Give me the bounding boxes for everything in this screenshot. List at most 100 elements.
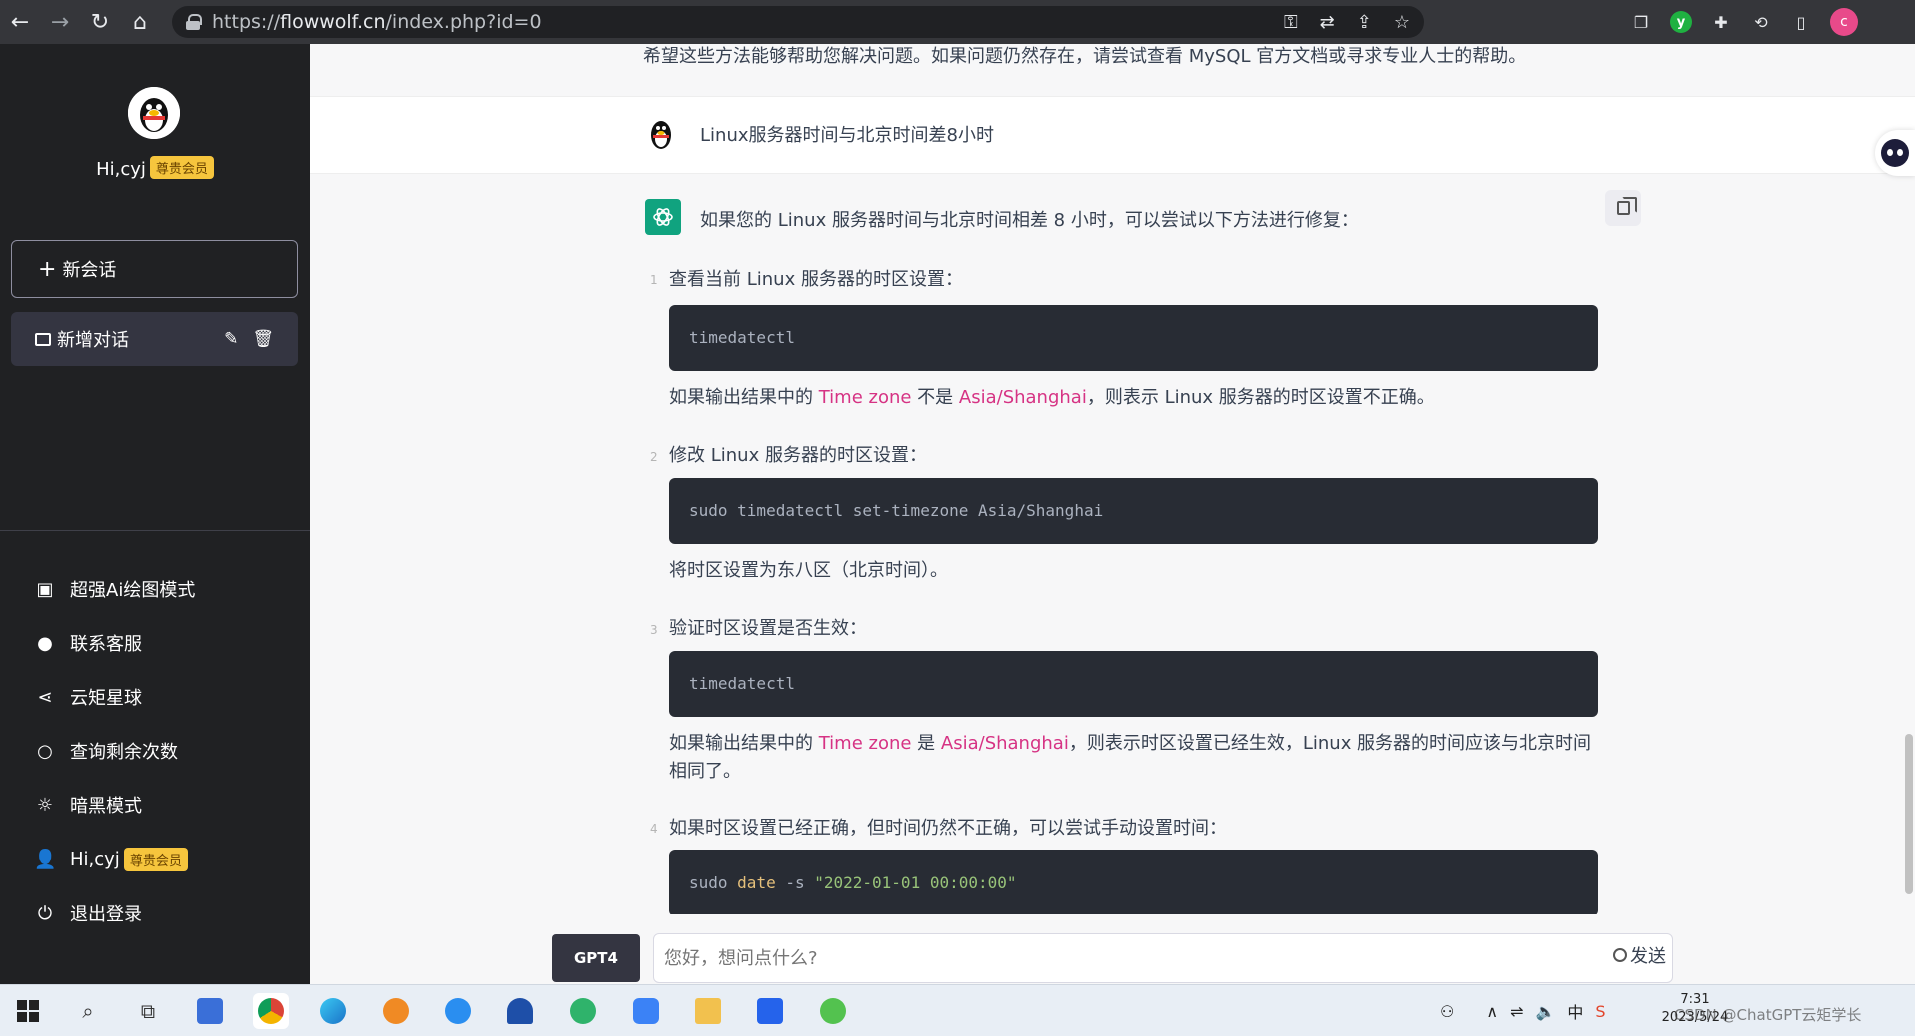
ime-icon[interactable]: 中	[1567, 999, 1583, 1023]
step-note: 将时区设置为东八区（北京时间）。	[669, 560, 948, 581]
search-icon: ○	[37, 740, 53, 762]
tray-expand-icon[interactable]: ∧	[1486, 1002, 1498, 1021]
menu-item-planet[interactable]: ⋖ 云矩星球	[0, 670, 310, 724]
edit-icon[interactable]: ✎	[224, 329, 238, 349]
csdn-watermark: CSDN @ChatGPT云矩学长	[1674, 1006, 1862, 1024]
menu-item-ai-draw[interactable]: ▣ 超强Ai绘图模式	[0, 562, 310, 616]
chrome-icon[interactable]	[253, 993, 289, 1029]
people-icon[interactable]: ⚇	[1440, 1002, 1454, 1021]
url-path: /index.php?id=0	[385, 11, 542, 33]
new-chat-label: 新会话	[62, 260, 117, 281]
edge-icon[interactable]	[315, 993, 351, 1029]
user-icon: 👤	[34, 848, 57, 870]
copy-icon	[1616, 197, 1637, 215]
vip-badge: 尊贵会员	[149, 156, 214, 179]
reload-icon[interactable]: ↻	[80, 0, 120, 44]
taskbar-app-edit-icon[interactable]	[628, 993, 664, 1029]
taskbar-app-green-icon[interactable]	[565, 993, 601, 1029]
menu-item-dark-mode[interactable]: ☼ 暗黑模式	[0, 778, 310, 832]
home-icon[interactable]: ⌂	[120, 0, 160, 44]
browser-toolbar: ← → ↻ ⌂ https://flowwolf.cn/index.php?id…	[0, 0, 1915, 44]
task-view-icon[interactable]: ⧉	[130, 993, 166, 1029]
translate-icon[interactable]: ⇄	[1320, 12, 1335, 33]
vip-badge: 尊贵会员	[123, 847, 188, 871]
step-title: 如果时区设置已经正确，但时间仍然不正确，可以尝试手动设置时间：	[669, 818, 1227, 839]
puzzle-icon[interactable]: ✚	[1710, 11, 1732, 33]
input-bar: GPT4 发送	[310, 914, 1915, 984]
floating-assistant-button[interactable]	[1875, 130, 1915, 176]
step-number: 2	[650, 450, 658, 464]
tray-app-icon[interactable]: S	[1595, 1002, 1605, 1021]
taskbar-app-doc-icon[interactable]	[752, 993, 788, 1029]
sidepanel-icon[interactable]: ▯	[1790, 11, 1812, 33]
system-tray: ⚇ ∧ ⇌ 🔈 中 S	[1440, 985, 1606, 1036]
lock-icon	[186, 14, 202, 30]
sync-ext-icon[interactable]: ⟲	[1750, 11, 1772, 33]
user-penguin-icon	[651, 121, 671, 149]
network-icon[interactable]: ⇌	[1510, 1002, 1523, 1021]
plus-icon: +	[38, 256, 57, 282]
windows-start-icon[interactable]	[10, 993, 46, 1029]
user-message: Linux服务器时间与北京时间差8小时	[310, 96, 1915, 174]
menu-item-user[interactable]: 👤 Hi,cyj 尊贵会员	[0, 832, 310, 886]
sun-icon: ☼	[36, 794, 54, 816]
step-title: 修改 Linux 服务器的时区设置：	[669, 445, 927, 466]
chat-input[interactable]	[653, 933, 1673, 983]
step-number: 4	[650, 822, 658, 836]
key-icon[interactable]: ⚿	[1284, 12, 1298, 33]
copy-ext-icon[interactable]: ❐	[1630, 11, 1652, 33]
user-greeting: Hi,cyj 尊贵会员	[0, 156, 310, 180]
file-explorer-icon[interactable]	[690, 993, 726, 1029]
step-number: 1	[650, 273, 658, 287]
green-ext-icon[interactable]: y	[1670, 11, 1692, 33]
search-app-icon[interactable]	[378, 993, 414, 1029]
volume-icon[interactable]: 🔈	[1535, 1002, 1555, 1021]
menu-item-contact[interactable]: ● 联系客服	[0, 616, 310, 670]
taskbar-app-360-icon[interactable]	[815, 993, 851, 1029]
chat-item-label: 新增对话	[57, 330, 129, 351]
code-block[interactable]: timedatectl	[669, 305, 1598, 371]
trash-icon[interactable]: 🗑	[252, 329, 274, 349]
back-icon[interactable]: ←	[0, 0, 40, 44]
bookmark-star-icon[interactable]: ☆	[1394, 12, 1410, 33]
taskbar-app-wave-icon[interactable]	[502, 993, 538, 1029]
send-label: 发送	[1630, 946, 1666, 967]
profile-avatar[interactable]: c	[1830, 8, 1858, 36]
url-host: flowwolf.cn	[280, 11, 386, 33]
bot-face-icon	[1881, 139, 1909, 167]
chat-area: 希望这些方法能够帮助您解决问题。如果问题仍然存在，请尝试查看 MySQL 官方文…	[310, 44, 1915, 984]
send-button[interactable]: 发送	[1613, 942, 1666, 968]
sidebar: Hi,cyj 尊贵会员 + 新会话 新增对话 ✎ 🗑 ▣ 超强Ai绘图模式 ● 联…	[0, 44, 310, 984]
chatgpt-logo-icon	[645, 199, 681, 235]
wechat-icon: ●	[37, 632, 53, 654]
code-block[interactable]: timedatectl	[669, 651, 1598, 717]
share-page-icon[interactable]: ⇪	[1357, 12, 1372, 33]
code-block[interactable]: sudo date -s "2022-01-01 00:00:00"	[669, 850, 1598, 916]
model-select-button[interactable]: GPT4	[552, 934, 640, 982]
menu-item-query[interactable]: ○ 查询剩余次数	[0, 724, 310, 778]
menu-item-logout[interactable]: ⏻ 退出登录	[0, 886, 310, 940]
step-title: 验证时区设置是否生效：	[669, 618, 867, 639]
new-chat-button[interactable]: + 新会话	[11, 240, 298, 298]
forward-icon[interactable]: →	[40, 0, 80, 44]
previous-answer-tail: 希望这些方法能够帮助您解决问题。如果问题仍然存在，请尝试查看 MySQL 官方文…	[643, 46, 1527, 67]
windows-taskbar: ⌕ ⧉ ⚇ ∧ ⇌ 🔈 中 S 7:31 2023/5/24	[0, 984, 1915, 1036]
sidebar-divider	[0, 530, 310, 531]
penguin-icon	[128, 87, 180, 139]
extensions-bar: ❐ y ✚ ⟲ ▯ c	[1630, 6, 1858, 38]
app-store-icon[interactable]	[440, 993, 476, 1029]
answer-intro: 如果您的 Linux 服务器时间与北京时间相差 8 小时，可以尝试以下方法进行修…	[700, 210, 1359, 231]
code-block[interactable]: sudo timedatectl set-timezone Asia/Shang…	[669, 478, 1598, 544]
share-icon: ⋖	[37, 686, 53, 708]
address-bar[interactable]: https://flowwolf.cn/index.php?id=0 ⚿ ⇄ ⇪…	[172, 6, 1424, 38]
taskbar-app-network-icon[interactable]	[192, 993, 228, 1029]
send-icon	[1613, 948, 1627, 962]
chat-history-item[interactable]: 新增对话 ✎ 🗑	[11, 312, 298, 366]
user-question: Linux服务器时间与北京时间差8小时	[700, 125, 994, 146]
taskbar-search-icon[interactable]: ⌕	[70, 993, 106, 1029]
image-icon: ▣	[36, 578, 54, 600]
power-icon: ⏻	[37, 902, 53, 924]
scrollbar-thumb[interactable]	[1905, 734, 1913, 894]
copy-answer-button[interactable]	[1605, 190, 1641, 226]
user-avatar[interactable]	[128, 87, 180, 139]
